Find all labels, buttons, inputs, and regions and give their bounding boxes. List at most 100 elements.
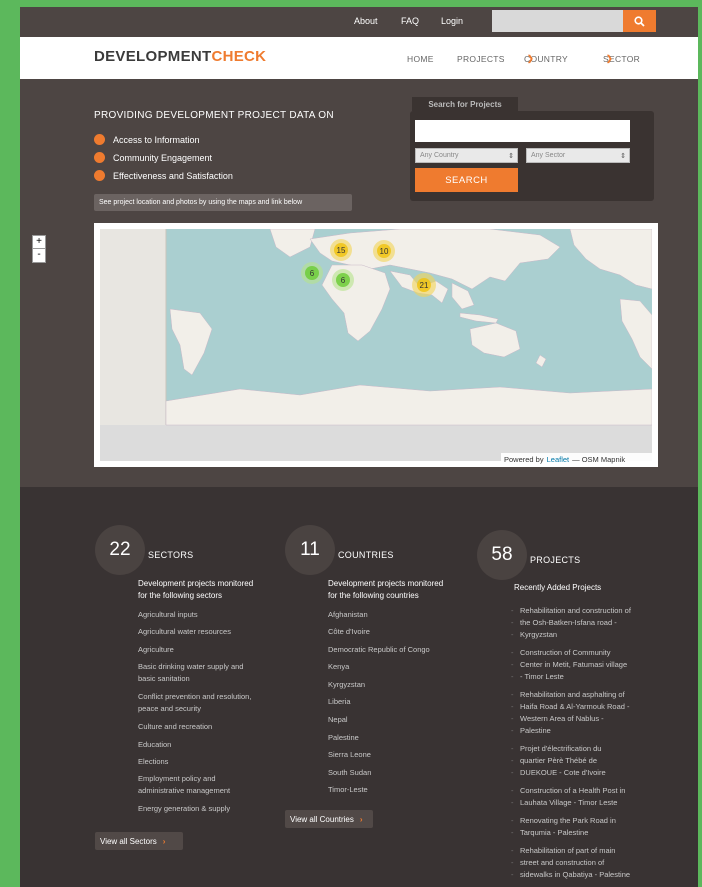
country-item[interactable]: Palestine [328, 732, 359, 743]
project-item-cont[interactable]: Lauhata Village - Timor Leste [511, 797, 670, 808]
sector-item[interactable]: Agriculture [138, 644, 174, 655]
project-item[interactable]: Projet d'électrification du [511, 743, 670, 754]
sectors-desc-line: Development projects monitored [138, 579, 254, 588]
project-item-cont[interactable]: sidewalks in Qabatiya - Palestine [511, 869, 670, 880]
countries-desc: Development projects monitored for the f… [328, 578, 443, 602]
country-item[interactable]: Kyrgyzstan [328, 679, 365, 690]
map-cluster-marker[interactable]: 15 [330, 239, 352, 261]
map-hint-button[interactable]: See project location and photos by using… [94, 194, 352, 211]
search-button[interactable]: SEARCH [415, 168, 518, 192]
map-cluster-marker[interactable]: 6 [332, 269, 354, 291]
project-item[interactable]: Rehabilitation and asphalting of [511, 689, 670, 700]
sector-item[interactable]: Education [138, 739, 171, 750]
project-item-cont[interactable]: Western Area of Nablus - [511, 713, 670, 724]
bullet-item: Access to Information [94, 134, 200, 145]
project-item-cont[interactable]: quartier Pèrè Thébé de [511, 755, 670, 766]
sector-item[interactable]: Conflict prevention and resolution, [138, 691, 251, 702]
chevron-right-icon: › [162, 836, 166, 846]
project-item[interactable]: Rehabilitation of part of main [511, 845, 670, 856]
site-logo[interactable]: DEVELOPMENTCHECK [94, 48, 266, 65]
chevron-down-icon: ❯ [527, 54, 535, 63]
project-item[interactable]: Construction of a Health Post in [511, 785, 670, 796]
sector-item[interactable]: Energy generation & supply [138, 803, 230, 814]
project-item-cont[interactable]: Kyrgyzstan [511, 629, 670, 640]
project-item-cont[interactable]: DUEKOUE - Cote d'Ivoire [511, 767, 670, 778]
project-item-cont[interactable]: the Osh-Batken-Isfana road - [511, 617, 670, 628]
map-cluster-count: 15 [334, 243, 348, 257]
top-search-input[interactable] [492, 10, 623, 32]
top-search-button[interactable] [623, 10, 656, 32]
country-select[interactable]: Any Country ⇕ [415, 148, 518, 163]
country-item[interactable]: Kenya [328, 661, 349, 672]
sector-item-cont[interactable]: administrative management [138, 785, 230, 796]
country-item[interactable]: Timor-Leste [328, 784, 368, 795]
project-search-input[interactable] [415, 120, 630, 142]
sector-item[interactable]: Basic drinking water supply and [138, 661, 243, 672]
select-arrows-icon: ⇕ [620, 152, 626, 160]
sector-item[interactable]: Elections [138, 756, 168, 767]
project-item-cont[interactable]: Tarqumia - Palestine [511, 827, 670, 838]
login-link[interactable]: Login [441, 16, 463, 26]
map-cluster-marker[interactable]: 10 [373, 240, 395, 262]
nav-projects[interactable]: PROJECTS [457, 54, 505, 64]
sector-item-cont[interactable]: peace and security [138, 703, 201, 714]
project-item-cont[interactable]: - Timor Leste [511, 671, 670, 682]
bullet-label: Community Engagement [113, 152, 213, 163]
nav-home[interactable]: HOME [407, 54, 434, 64]
project-item[interactable]: Rehabilitation and construction of [511, 605, 670, 616]
sectors-desc-line: for the following sectors [138, 591, 223, 600]
sector-item[interactable]: Agricultural inputs [138, 609, 198, 620]
bullet-dot-icon [94, 170, 105, 181]
project-item-cont[interactable]: Center in Metit, Fatumasi village [511, 659, 670, 670]
leaflet-link[interactable]: Leaflet [547, 455, 570, 464]
view-all-sectors-label: View all Sectors [100, 836, 157, 846]
about-link[interactable]: About [354, 16, 378, 26]
view-all-sectors-button[interactable]: View all Sectors › [95, 832, 183, 850]
project-map[interactable]: 15 10 6 6 21 [94, 223, 658, 467]
country-item[interactable]: Liberia [328, 696, 351, 707]
project-item-cont[interactable]: Palestine [511, 725, 670, 736]
sector-item[interactable]: Culture and recreation [138, 721, 212, 732]
countries-desc-line: Development projects monitored [328, 579, 444, 588]
country-item[interactable]: Afghanistan [328, 609, 368, 620]
country-item[interactable]: Nepal [328, 714, 348, 725]
project-item[interactable]: Renovating the Park Road in [511, 815, 670, 826]
sectors-desc: Development projects monitored for the f… [138, 578, 253, 602]
project-item-cont[interactable]: street and construction of [511, 857, 670, 868]
zoom-out-button[interactable]: - [33, 249, 45, 262]
country-item[interactable]: Democratic Republic of Congo [328, 644, 430, 655]
bullet-label: Access to Information [113, 134, 200, 145]
search-tab: Search for Projects [412, 97, 518, 111]
bullet-label: Effectiveness and Satisfaction [113, 170, 233, 181]
country-item[interactable]: Côte d'Ivoire [328, 626, 370, 637]
map-cluster-count: 6 [336, 273, 350, 287]
view-all-countries-button[interactable]: View all Countries › [285, 810, 373, 828]
sector-item[interactable]: Employment policy and [138, 773, 216, 784]
sector-select[interactable]: Any Sector ⇕ [526, 148, 630, 163]
countries-count: 11 [285, 525, 335, 575]
world-map-graphic [100, 229, 652, 461]
sector-item[interactable]: Agricultural water resources [138, 626, 231, 637]
search-panel: Any Country ⇕ Any Sector ⇕ SEARCH [410, 111, 654, 201]
map-cluster-marker[interactable]: 6 [301, 262, 323, 284]
countries-label: COUNTRIES [338, 550, 394, 560]
project-item-cont[interactable]: Haifa Road & Al-Yarmouk Road - [511, 701, 670, 712]
map-zoom-control: + - [32, 235, 46, 263]
zoom-in-button[interactable]: + [33, 236, 45, 249]
search-icon [634, 15, 645, 27]
country-select-value: Any Country [420, 152, 459, 159]
projects-label: PROJECTS [530, 555, 581, 565]
site-header: DEVELOPMENTCHECK HOME PROJECTS COUNTRY ❯ … [20, 37, 698, 79]
faq-link[interactable]: FAQ [401, 16, 419, 26]
map-attribution: Powered by Leaflet — OSM Mapnik [501, 453, 658, 466]
map-canvas[interactable] [100, 229, 652, 461]
bullet-dot-icon [94, 134, 105, 145]
countries-desc-line: for the following countries [328, 591, 419, 600]
sector-item-cont[interactable]: basic sanitation [138, 673, 190, 684]
country-item[interactable]: South Sudan [328, 767, 371, 778]
map-cluster-marker[interactable]: 21 [412, 273, 436, 297]
project-item[interactable]: Construction of Community [511, 647, 670, 658]
bullet-item: Effectiveness and Satisfaction [94, 170, 233, 181]
country-item[interactable]: Sierra Leone [328, 749, 371, 760]
bullet-dot-icon [94, 152, 105, 163]
